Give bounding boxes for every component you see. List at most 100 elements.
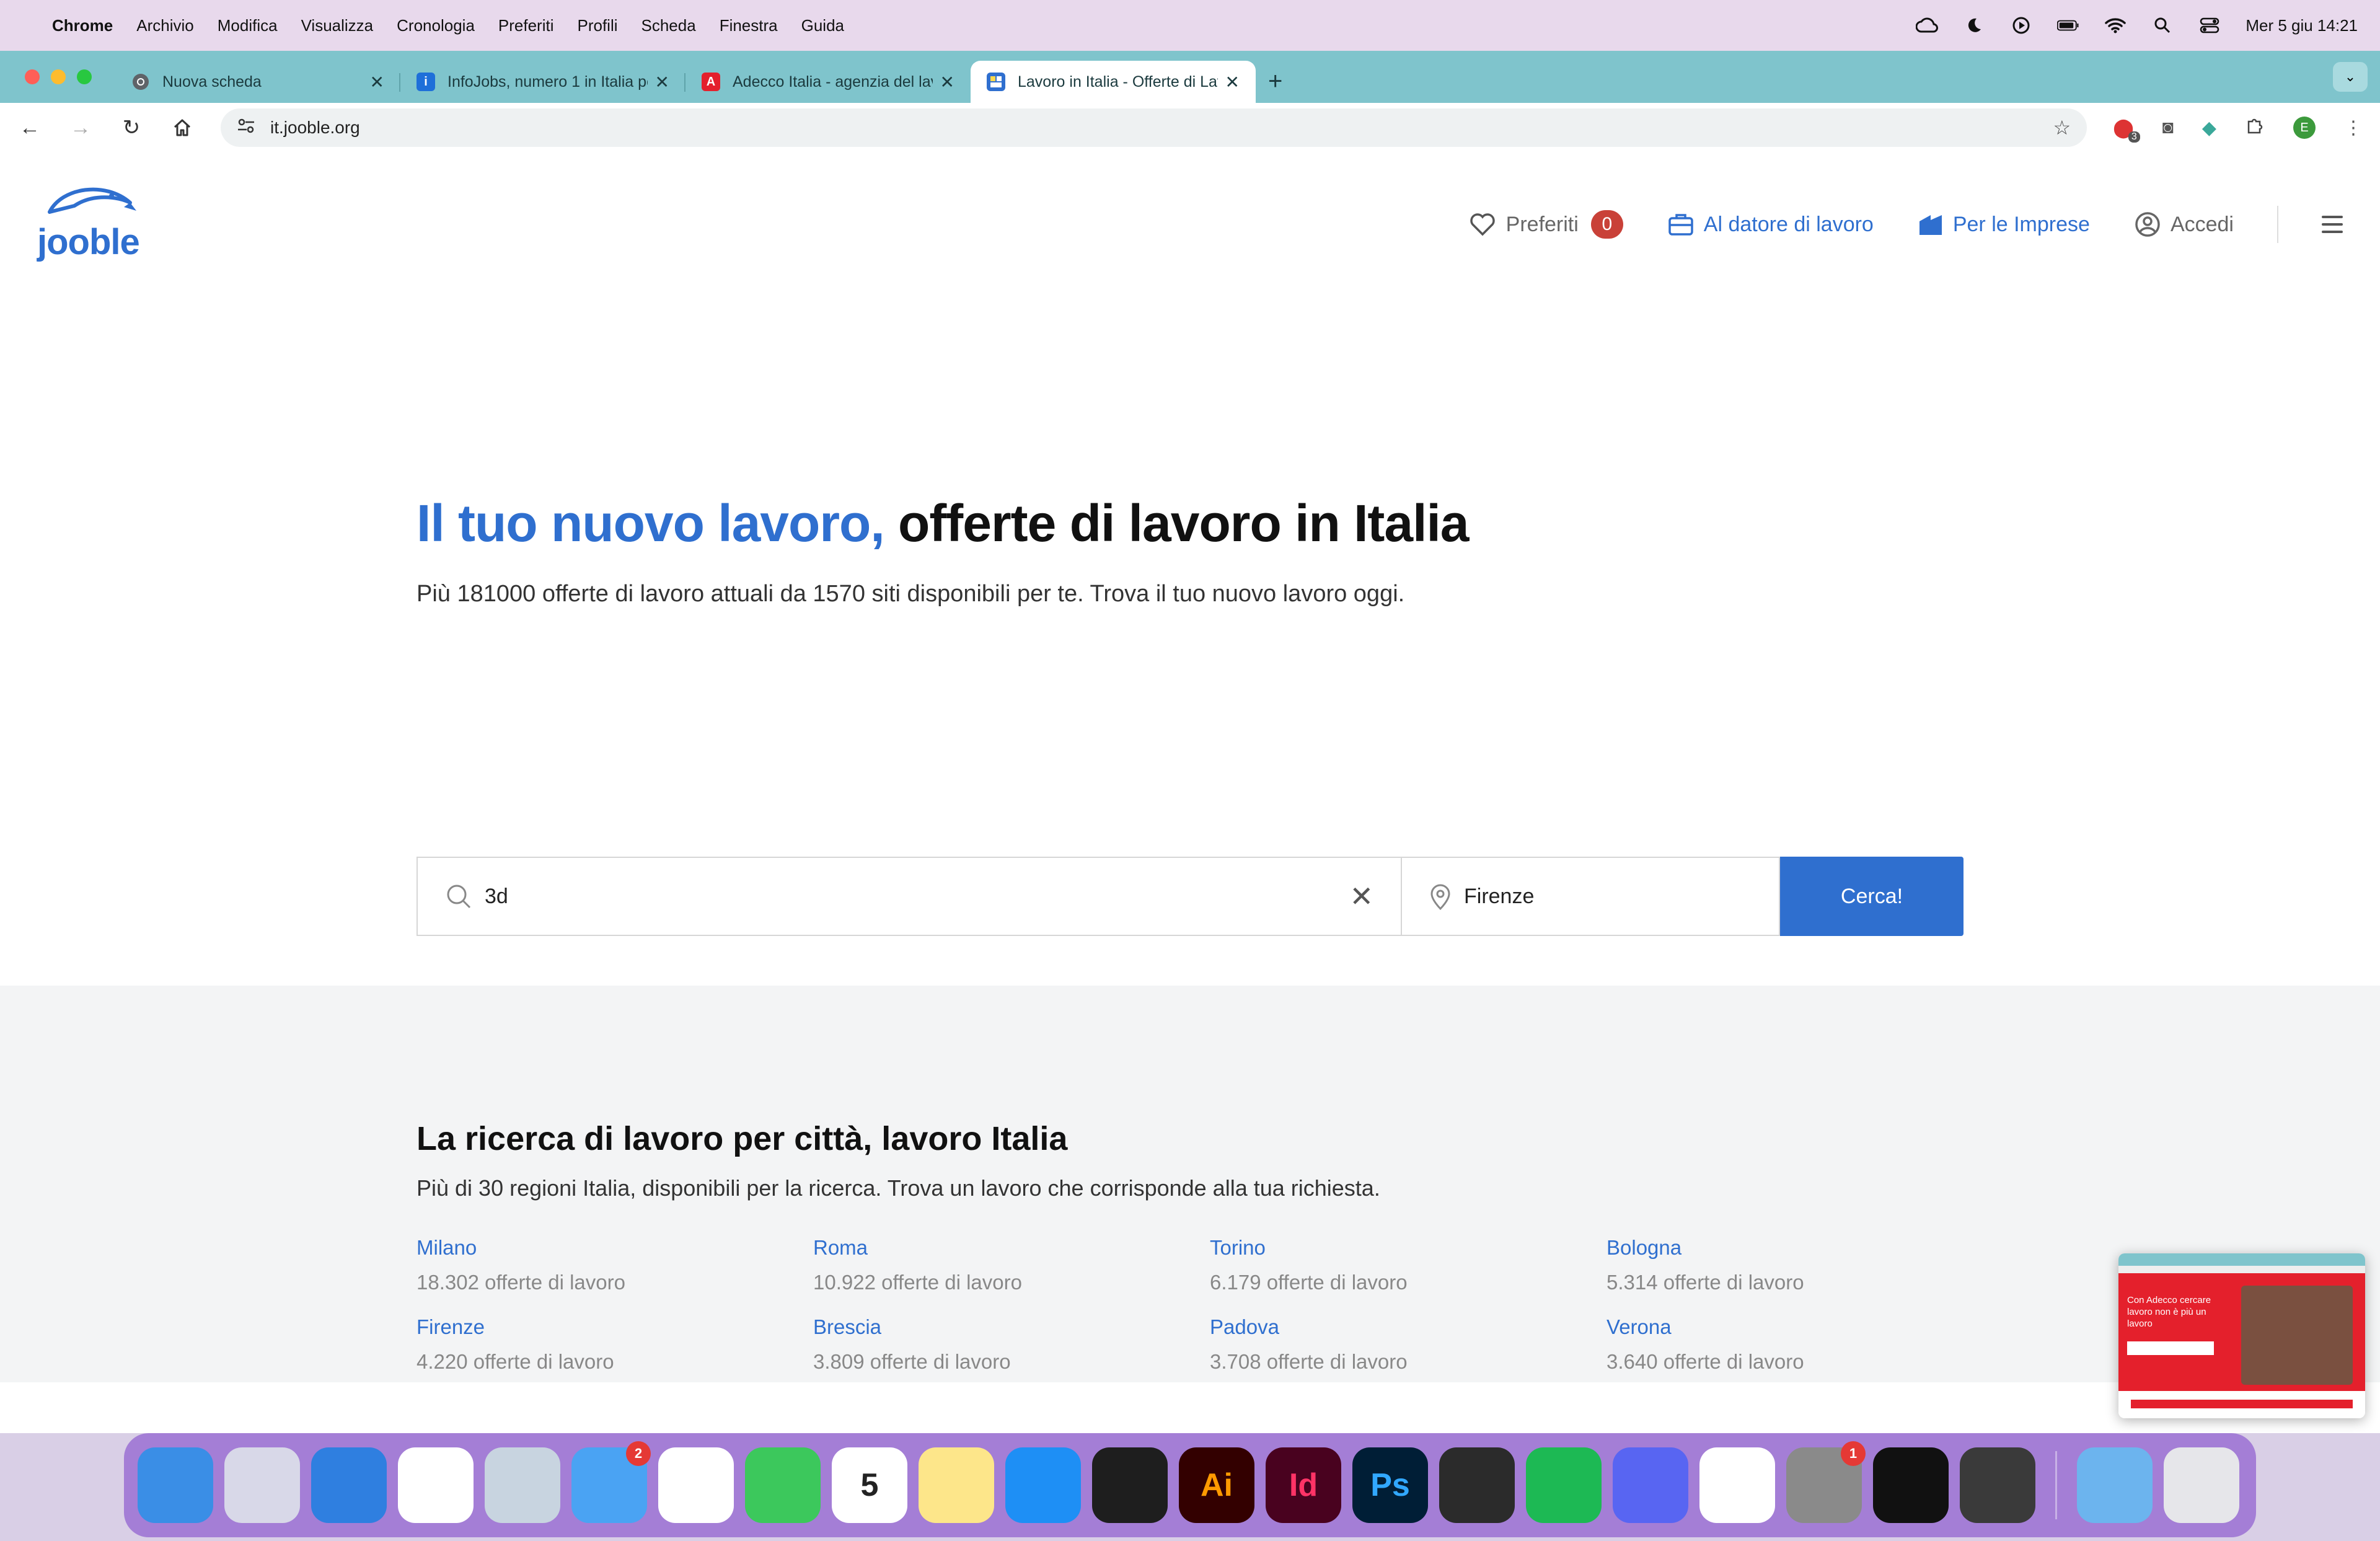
menu-guida[interactable]: Guida bbox=[801, 16, 844, 35]
notes-icon[interactable] bbox=[919, 1447, 994, 1523]
menu-visualizza[interactable]: Visualizza bbox=[301, 16, 374, 35]
facetime-icon[interactable] bbox=[745, 1447, 821, 1523]
screenshot-preview-thumbnail[interactable]: Con Adecco cercare lavoro non è più un l… bbox=[2118, 1253, 2365, 1418]
clear-keyword-icon[interactable]: ✕ bbox=[1349, 880, 1373, 913]
close-tab-icon[interactable]: ✕ bbox=[370, 72, 384, 92]
favorites-link[interactable]: Preferiti 0 bbox=[1469, 210, 1623, 239]
wifi-icon[interactable] bbox=[2104, 16, 2127, 35]
address-bar[interactable]: it.jooble.org ☆ bbox=[221, 108, 2087, 147]
minimize-window-button[interactable] bbox=[51, 69, 66, 84]
location-field[interactable] bbox=[1402, 857, 1780, 936]
discord-icon[interactable] bbox=[1613, 1447, 1688, 1523]
thumbnail-tabbar bbox=[2118, 1253, 2365, 1266]
adblock-extension-icon[interactable]: ⬤ 3 bbox=[2113, 117, 2140, 143]
spotify-icon[interactable] bbox=[1526, 1447, 1602, 1523]
extensions-puzzle-icon[interactable] bbox=[2245, 115, 2265, 140]
menu-preferiti[interactable]: Preferiti bbox=[498, 16, 554, 35]
site-settings-icon[interactable] bbox=[237, 118, 255, 138]
calculator-icon[interactable] bbox=[1960, 1447, 2035, 1523]
menu-profili[interactable]: Profili bbox=[577, 16, 617, 35]
hero-title-highlight: Il tuo nuovo lavoro, bbox=[416, 494, 885, 552]
close-tab-icon[interactable]: ✕ bbox=[1225, 72, 1240, 92]
back-button[interactable]: ← bbox=[17, 115, 42, 140]
close-tab-icon[interactable]: ✕ bbox=[940, 72, 954, 92]
employer-link[interactable]: Al datore di lavoro bbox=[1668, 213, 1874, 237]
new-tab-button[interactable]: + bbox=[1268, 68, 1282, 95]
calendar-icon[interactable]: 5 bbox=[832, 1447, 907, 1523]
city-link[interactable]: Milano bbox=[416, 1236, 813, 1260]
menu-archivio[interactable]: Archivio bbox=[136, 16, 193, 35]
photos-icon[interactable] bbox=[658, 1447, 734, 1523]
more-menu-icon[interactable]: ⋮ bbox=[2344, 117, 2363, 139]
green-extension-icon[interactable]: ◆ bbox=[2202, 117, 2216, 139]
city-link[interactable]: Brescia bbox=[813, 1315, 1210, 1339]
launchpad-icon[interactable] bbox=[224, 1447, 300, 1523]
zoom-window-button[interactable] bbox=[77, 69, 92, 84]
business-link[interactable]: Per le Imprese bbox=[1918, 213, 2090, 237]
search-button[interactable]: Cerca! bbox=[1780, 857, 1963, 936]
menu-finestra[interactable]: Finestra bbox=[720, 16, 778, 35]
safari-icon[interactable] bbox=[311, 1447, 387, 1523]
profile-avatar[interactable]: E bbox=[2293, 117, 2316, 139]
url-text[interactable]: it.jooble.org bbox=[270, 118, 360, 138]
business-label: Per le Imprese bbox=[1952, 212, 2090, 236]
search-icon bbox=[447, 885, 471, 909]
city-link[interactable]: Torino bbox=[1210, 1236, 1606, 1260]
tab-jooble[interactable]: Lavoro in Italia - Offerte di Lav ✕ bbox=[971, 61, 1256, 103]
tab-search-button[interactable]: ⌄ bbox=[2333, 62, 2368, 92]
reload-button[interactable]: ↻ bbox=[119, 115, 144, 140]
vscode-icon[interactable] bbox=[1699, 1447, 1775, 1523]
close-window-button[interactable] bbox=[25, 69, 40, 84]
hamburger-menu-icon[interactable] bbox=[2322, 216, 2343, 233]
hero-title: Il tuo nuovo lavoro, offerte di lavoro i… bbox=[416, 493, 1966, 554]
city-link[interactable]: Bologna bbox=[1606, 1236, 2003, 1260]
keyword-field[interactable]: ✕ bbox=[416, 857, 1402, 936]
menu-scheda[interactable]: Scheda bbox=[641, 16, 696, 35]
photoshop-icon[interactable]: Ps bbox=[1352, 1447, 1428, 1523]
login-link[interactable]: Accedi bbox=[2135, 211, 2234, 237]
finder-icon[interactable] bbox=[138, 1447, 213, 1523]
jooble-logo[interactable]: jooble bbox=[37, 181, 143, 263]
tab-bar: Nuova scheda ✕ i InfoJobs, numero 1 in I… bbox=[0, 51, 2380, 103]
control-center-icon[interactable] bbox=[2198, 16, 2221, 35]
preview-icon[interactable] bbox=[485, 1447, 560, 1523]
trash-icon[interactable] bbox=[2164, 1447, 2239, 1523]
tab-nuova-scheda[interactable]: Nuova scheda ✕ bbox=[115, 61, 400, 103]
dock: 2 5 Ai Id Ps 1 bbox=[124, 1433, 2256, 1537]
downloads-icon[interactable] bbox=[2077, 1447, 2153, 1523]
home-button[interactable] bbox=[170, 115, 195, 140]
blender-icon[interactable] bbox=[1439, 1447, 1515, 1523]
battery-icon[interactable] bbox=[2057, 16, 2079, 35]
city-link[interactable]: Roma bbox=[813, 1236, 1210, 1260]
play-icon[interactable] bbox=[2010, 16, 2032, 35]
indesign-icon[interactable]: Id bbox=[1266, 1447, 1341, 1523]
spotlight-search-icon[interactable] bbox=[2151, 16, 2174, 35]
mail-icon[interactable]: 2 bbox=[571, 1441, 651, 1523]
keyword-input[interactable] bbox=[485, 884, 1228, 909]
tab-adecco[interactable]: A Adecco Italia - agenzia del lavo ✕ bbox=[685, 61, 971, 103]
bookmark-star-icon[interactable]: ☆ bbox=[2053, 116, 2071, 139]
menu-cronologia[interactable]: Cronologia bbox=[397, 16, 475, 35]
webex-icon[interactable] bbox=[1873, 1447, 1949, 1523]
system-settings-icon[interactable]: 1 bbox=[1786, 1441, 1866, 1523]
creative-cloud-icon[interactable] bbox=[1916, 16, 1939, 35]
notification-badge: 1 bbox=[1841, 1441, 1866, 1466]
figma-icon[interactable] bbox=[1092, 1447, 1168, 1523]
camera-extension-icon[interactable]: ◙ bbox=[2162, 117, 2174, 138]
menu-app-name[interactable]: Chrome bbox=[52, 16, 113, 35]
city-link[interactable]: Firenze bbox=[416, 1315, 813, 1339]
clock[interactable]: Mer 5 giu 14:21 bbox=[2246, 16, 2358, 35]
city-item: Padova 3.708 offerte di lavoro bbox=[1210, 1315, 1606, 1374]
city-link[interactable]: Padova bbox=[1210, 1315, 1606, 1339]
city-link[interactable]: Verona bbox=[1606, 1315, 2003, 1339]
forward-button[interactable]: → bbox=[68, 115, 93, 140]
tab-infojobs[interactable]: i InfoJobs, numero 1 in Italia per ✕ bbox=[400, 61, 685, 103]
moon-icon[interactable] bbox=[1963, 16, 1985, 35]
menu-modifica[interactable]: Modifica bbox=[218, 16, 278, 35]
close-tab-icon[interactable]: ✕ bbox=[655, 72, 669, 92]
app-store-icon[interactable] bbox=[1005, 1447, 1081, 1523]
chrome-icon[interactable] bbox=[398, 1447, 474, 1523]
illustrator-icon[interactable]: Ai bbox=[1179, 1447, 1254, 1523]
tab-title: InfoJobs, numero 1 in Italia per bbox=[447, 73, 648, 91]
location-input[interactable] bbox=[1464, 884, 1722, 909]
